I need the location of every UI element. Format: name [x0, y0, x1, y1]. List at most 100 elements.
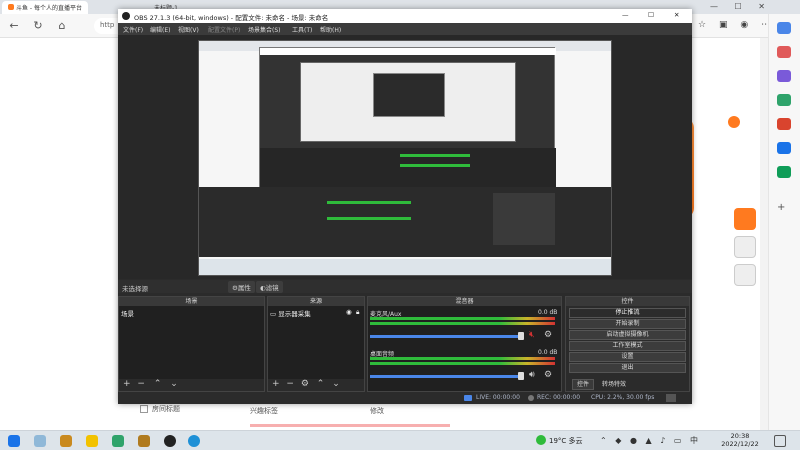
menu-file[interactable]: 文件(F) [123, 25, 143, 34]
minimize-icon[interactable]: — [710, 2, 718, 11]
clock[interactable]: 20:38 2022/12/22 [715, 432, 765, 448]
move-up-icon[interactable]: ⌃ [154, 379, 162, 389]
move-up-icon[interactable]: ⌃ [317, 379, 325, 389]
outlook-icon[interactable] [777, 142, 791, 154]
obs-maximize-icon[interactable]: ☐ [648, 11, 654, 19]
favorites-icon[interactable]: ☆ [698, 20, 706, 30]
menu-help[interactable]: 帮助(H) [320, 25, 341, 34]
tray-icons: ⌃ ◆ ● ▲ ♪ ▭ 中 [600, 435, 698, 446]
menu-edit[interactable]: 编辑(E) [150, 25, 170, 34]
sources-toolbar: + − ⚙ ⌃ ⌄ [268, 379, 364, 391]
muted-speaker-icon[interactable]: 🔇︎ [529, 330, 535, 340]
settings-button[interactable]: 设置 [569, 352, 686, 362]
browser-tab-douyu[interactable]: 斗鱼 - 每个人的直播平台 [2, 1, 88, 14]
collections-icon[interactable]: ▣ [719, 20, 728, 30]
maximize-icon[interactable]: ☐ [735, 2, 742, 11]
edge-taskbar-icon[interactable] [188, 435, 200, 447]
taskbar-app-icon[interactable] [60, 435, 72, 447]
add-icon[interactable]: + [123, 379, 131, 389]
gear-icon[interactable]: ⚙ [544, 370, 552, 380]
tray-app-icon[interactable]: ● [630, 436, 637, 445]
menu-profile[interactable]: 配置文件(P) [208, 25, 240, 34]
menu-scene-collection[interactable]: 场景集合(S) [248, 25, 281, 34]
scenes-toolbar: + − ⌃ ⌄ [119, 379, 264, 391]
studio-mode-button[interactable]: 工作室模式 [569, 341, 686, 351]
filters-button[interactable]: ◐滤镜 [256, 281, 283, 293]
back-icon[interactable]: ← [6, 18, 22, 34]
move-down-icon[interactable]: ⌄ [332, 379, 340, 389]
rec-timer: REC: 00:00:00 [537, 394, 581, 401]
add-icon[interactable]: + [272, 379, 280, 389]
taskbar-app-icon[interactable] [34, 435, 46, 447]
add-icon[interactable]: + [777, 202, 785, 213]
office-icon[interactable] [777, 118, 791, 130]
screenshot-widget-icon[interactable] [734, 264, 756, 286]
speaker-icon[interactable]: ♪ [660, 436, 665, 445]
phone-icon[interactable] [777, 166, 791, 178]
record-icon[interactable] [734, 208, 756, 230]
mixer-dock: 混音器 麦克风/Aux 0.0 dB 🔇︎ ⚙ 桌面音频 0.0 dB 🔊︎ ⚙ [367, 296, 562, 392]
preview-area[interactable] [118, 35, 692, 279]
tools-icon[interactable] [777, 70, 791, 82]
search-icon[interactable] [777, 22, 791, 34]
level-meter [370, 317, 555, 320]
cpu-fps: CPU: 2.2%, 30.00 fps [591, 394, 655, 401]
edit-link[interactable]: 修改 [370, 406, 384, 416]
network-icon[interactable]: ▭ [674, 436, 682, 445]
start-recording-button[interactable]: 开始录制 [569, 319, 686, 329]
home-widget-icon[interactable] [734, 236, 756, 258]
taskbar-app-icon[interactable] [86, 435, 98, 447]
controls-title: 控件 [566, 297, 689, 306]
obs-minimize-icon[interactable]: — [622, 11, 629, 19]
volume-slider[interactable] [370, 335, 520, 338]
close-icon[interactable]: ✕ [758, 2, 765, 11]
start-icon[interactable] [8, 435, 20, 447]
monitor-icon: ▭ [270, 310, 277, 318]
taskbar-app-icon[interactable] [138, 435, 150, 447]
tab-transitions[interactable]: 转场特效 [598, 380, 630, 389]
network-icon [464, 395, 472, 401]
obs-logo-icon [122, 12, 130, 20]
profile-icon[interactable]: ◉ [740, 20, 748, 30]
nested-obs-window [259, 47, 556, 198]
record-dot-icon [528, 395, 534, 401]
promo-close-icon[interactable] [728, 116, 740, 128]
clock-time: 20:38 [730, 432, 750, 440]
obs-close-icon[interactable]: ✕ [674, 11, 679, 19]
stop-streaming-button[interactable]: 停止推流 [569, 308, 686, 318]
level-meter [370, 362, 555, 365]
volume-slider-handle[interactable] [518, 372, 524, 380]
properties-button[interactable]: ⚙属性 [228, 281, 255, 293]
exit-button[interactable]: 退出 [569, 363, 686, 373]
menu-view[interactable]: 视图(V) [178, 25, 199, 34]
scene-item[interactable]: 场景 [121, 308, 134, 318]
obs-taskbar-icon[interactable] [164, 435, 176, 447]
nested-sidebar [569, 61, 583, 181]
tray-app-icon[interactable]: ◆ [615, 436, 621, 445]
refresh-icon[interactable]: ↻ [30, 18, 46, 34]
start-virtual-camera-button[interactable]: 启动虚拟摄像机 [569, 330, 686, 340]
volume-slider[interactable] [370, 375, 520, 378]
visibility-eye-icon[interactable]: ◉ [346, 308, 352, 316]
home-icon[interactable]: ⌂ [54, 18, 70, 34]
tab-controls[interactable]: 控件 [572, 379, 595, 390]
gear-icon[interactable]: ⚙ [544, 330, 552, 340]
remove-icon[interactable]: − [137, 379, 145, 389]
weather-text[interactable]: 19°C 多云 [549, 436, 583, 446]
speaker-icon[interactable]: 🔊︎ [529, 370, 535, 380]
obs-titlebar: OBS 27.1.3 (64-bit, windows) - 配置文件: 未命名… [118, 9, 692, 23]
volume-slider-handle[interactable] [518, 332, 524, 340]
input-method-icon[interactable]: 中 [690, 436, 698, 445]
lock-icon[interactable]: 🔒︎ [356, 308, 359, 317]
gear-icon[interactable]: ⚙ [301, 379, 309, 389]
remove-icon[interactable]: − [286, 379, 294, 389]
menu-tools[interactable]: 工具(T) [292, 25, 312, 34]
taskbar-app-icon[interactable] [112, 435, 124, 447]
tray-app-icon[interactable]: ▲ [645, 436, 651, 445]
chevron-up-icon[interactable]: ⌃ [600, 436, 607, 445]
move-down-icon[interactable]: ⌄ [170, 379, 178, 389]
games-icon[interactable] [777, 94, 791, 106]
source-item[interactable]: ▭ 显示器采集 ◉ 🔒︎ [270, 308, 362, 318]
shopping-icon[interactable] [777, 46, 791, 58]
notification-icon[interactable] [774, 435, 786, 447]
